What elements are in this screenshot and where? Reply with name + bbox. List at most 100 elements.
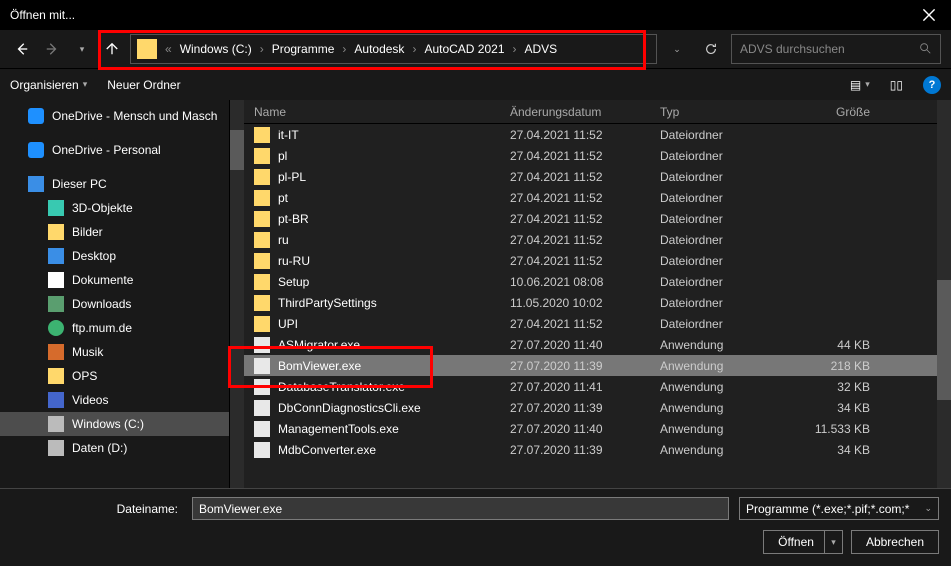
open-label: Öffnen [778, 535, 814, 549]
open-split-dropdown[interactable]: ▾ [824, 531, 842, 553]
file-row[interactable]: ru-RU 27.04.2021 11:52 Dateiordner [244, 250, 937, 271]
exe-icon [254, 421, 270, 437]
folder-icon [254, 232, 270, 248]
file-size: 34 KB [780, 443, 870, 457]
close-button[interactable] [906, 0, 951, 30]
organize-label: Organisieren [10, 78, 79, 92]
file-name: ru [278, 233, 510, 247]
chevron-down-icon: ▾ [80, 44, 85, 55]
preview-pane-toggle[interactable]: ▯▯ [890, 78, 903, 92]
file-row[interactable]: DbConnDiagnosticsCli.exe 27.07.2020 11:3… [244, 397, 937, 418]
file-type: Dateiordner [660, 128, 780, 142]
file-row[interactable]: pt 27.04.2021 11:52 Dateiordner [244, 187, 937, 208]
titlebar: Öffnen mit... [0, 0, 951, 30]
sidebar-daten-d[interactable]: Daten (D:) [0, 436, 229, 460]
sidebar-videos[interactable]: Videos [0, 388, 229, 412]
breadcrumb-autodesk[interactable]: Autodesk [348, 42, 410, 56]
scrollbar-thumb[interactable] [230, 130, 244, 170]
sidebar-ops[interactable]: OPS [0, 364, 229, 388]
col-name[interactable]: Name [254, 105, 510, 119]
cancel-button[interactable]: Abbrechen [851, 530, 939, 554]
sidebar-item-label: Dieser PC [52, 177, 107, 191]
sidebar-ftp[interactable]: ftp.mum.de [0, 316, 229, 340]
address-bar[interactable]: « Windows (C:) › Programme › Autodesk › … [130, 34, 657, 64]
chevron-down-icon: ▾ [83, 79, 88, 90]
file-date: 27.07.2020 11:40 [510, 338, 660, 352]
file-name: ru-RU [278, 254, 510, 268]
new-folder-button[interactable]: Neuer Ordner [107, 78, 180, 92]
sidebar-item-label: 3D-Objekte [72, 201, 133, 215]
address-dropdown[interactable]: ⌄ [663, 35, 691, 63]
col-size[interactable]: Größe [780, 105, 870, 119]
filelist-scrollbar[interactable] [937, 100, 951, 488]
file-date: 27.07.2020 11:39 [510, 443, 660, 457]
sidebar-music[interactable]: Musik [0, 340, 229, 364]
file-list: it-IT 27.04.2021 11:52 Dateiordner pl 27… [244, 124, 937, 488]
forward-button[interactable] [40, 37, 64, 61]
button-row: Öffnen ▾ Abbrechen [12, 530, 939, 554]
recent-dropdown[interactable]: ▾ [70, 37, 94, 61]
file-row[interactable]: pl 27.04.2021 11:52 Dateiordner [244, 145, 937, 166]
file-row[interactable]: pt-BR 27.04.2021 11:52 Dateiordner [244, 208, 937, 229]
col-type[interactable]: Typ [660, 105, 780, 119]
file-row[interactable]: ThirdPartySettings 11.05.2020 10:02 Date… [244, 292, 937, 313]
folder-icon [254, 253, 270, 269]
file-row[interactable]: ManagementTools.exe 27.07.2020 11:40 Anw… [244, 418, 937, 439]
file-row[interactable]: UPI 27.04.2021 11:52 Dateiordner [244, 313, 937, 334]
sidebar-onedrive-personal[interactable]: OneDrive - Personal [0, 138, 229, 162]
folder-icon [254, 190, 270, 206]
back-button[interactable] [10, 37, 34, 61]
file-size: 32 KB [780, 380, 870, 394]
file-type-filter[interactable]: Programme (*.exe;*.pif;*.com;*⌄ [739, 497, 939, 520]
file-row[interactable]: MdbConverter.exe 27.07.2020 11:39 Anwend… [244, 439, 937, 460]
file-type: Dateiordner [660, 296, 780, 310]
sidebar: OneDrive - Mensch und Masch OneDrive - P… [0, 100, 230, 488]
breadcrumb-root[interactable]: Windows (C:) [174, 42, 258, 56]
nav-row: ▾ « Windows (C:) › Programme › Autodesk … [0, 30, 951, 68]
sidebar-this-pc[interactable]: Dieser PC [0, 172, 229, 196]
file-type: Dateiordner [660, 254, 780, 268]
refresh-button[interactable] [697, 35, 725, 63]
file-type: Dateiordner [660, 170, 780, 184]
file-row[interactable]: it-IT 27.04.2021 11:52 Dateiordner [244, 124, 937, 145]
file-name: ASMigrator.exe [278, 338, 510, 352]
sidebar-pictures[interactable]: Bilder [0, 220, 229, 244]
sidebar-documents[interactable]: Dokumente [0, 268, 229, 292]
filename-input[interactable]: BomViewer.exe [192, 497, 729, 520]
open-button[interactable]: Öffnen ▾ [763, 530, 843, 554]
sidebar-3d-objects[interactable]: 3D-Objekte [0, 196, 229, 220]
file-name: DbConnDiagnosticsCli.exe [278, 401, 510, 415]
sidebar-windows-c[interactable]: Windows (C:) [0, 412, 229, 436]
breadcrumb-programme[interactable]: Programme [266, 42, 341, 56]
file-type: Anwendung [660, 443, 780, 457]
breadcrumb-autocad[interactable]: AutoCAD 2021 [418, 42, 510, 56]
file-date: 27.07.2020 11:41 [510, 380, 660, 394]
up-button[interactable] [100, 37, 124, 61]
view-options[interactable]: ▤ ▾ [850, 78, 870, 92]
breadcrumb-advs[interactable]: ADVS [519, 42, 564, 56]
pictures-icon [48, 224, 64, 240]
sidebar-item-label: Downloads [72, 297, 131, 311]
scrollbar-thumb[interactable] [937, 280, 951, 400]
cloud-icon [28, 142, 44, 158]
folder-icon [254, 127, 270, 143]
sidebar-scrollbar[interactable] [230, 100, 244, 488]
organize-menu[interactable]: Organisieren ▾ [10, 78, 87, 92]
sidebar-onedrive-work[interactable]: OneDrive - Mensch und Masch [0, 104, 229, 128]
help-button[interactable]: ? [923, 76, 941, 94]
sidebar-desktop[interactable]: Desktop [0, 244, 229, 268]
file-row[interactable]: ru 27.04.2021 11:52 Dateiordner [244, 229, 937, 250]
file-row[interactable]: DatabaseTranslator.exe 27.07.2020 11:41 … [244, 376, 937, 397]
file-row[interactable]: Setup 10.06.2021 08:08 Dateiordner [244, 271, 937, 292]
chevron-down-icon: ▾ [865, 79, 870, 90]
file-row[interactable]: ASMigrator.exe 27.07.2020 11:40 Anwendun… [244, 334, 937, 355]
col-date[interactable]: Änderungsdatum [510, 105, 660, 119]
sidebar-downloads[interactable]: Downloads [0, 292, 229, 316]
pc-icon [28, 176, 44, 192]
search-input[interactable]: ADVS durchsuchen [731, 34, 941, 64]
file-date: 27.04.2021 11:52 [510, 149, 660, 163]
file-row[interactable]: pl-PL 27.04.2021 11:52 Dateiordner [244, 166, 937, 187]
folder-icon [254, 316, 270, 332]
file-row[interactable]: BomViewer.exe 27.07.2020 11:39 Anwendung… [244, 355, 937, 376]
sidebar-item-label: ftp.mum.de [72, 321, 132, 335]
